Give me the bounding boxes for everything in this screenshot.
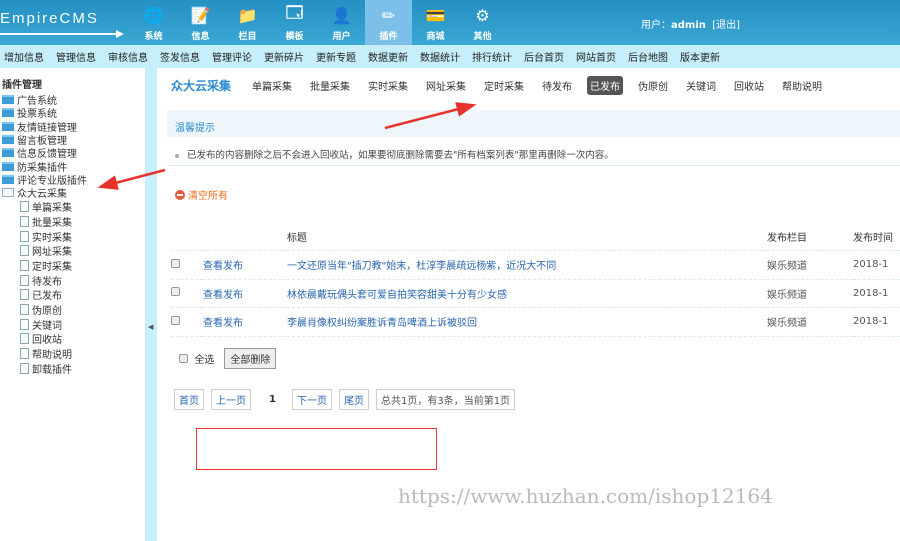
annotation-arrows bbox=[97, 102, 477, 190]
arrow-to-tabs bbox=[384, 102, 477, 130]
arrow-to-sidebar bbox=[97, 168, 166, 190]
